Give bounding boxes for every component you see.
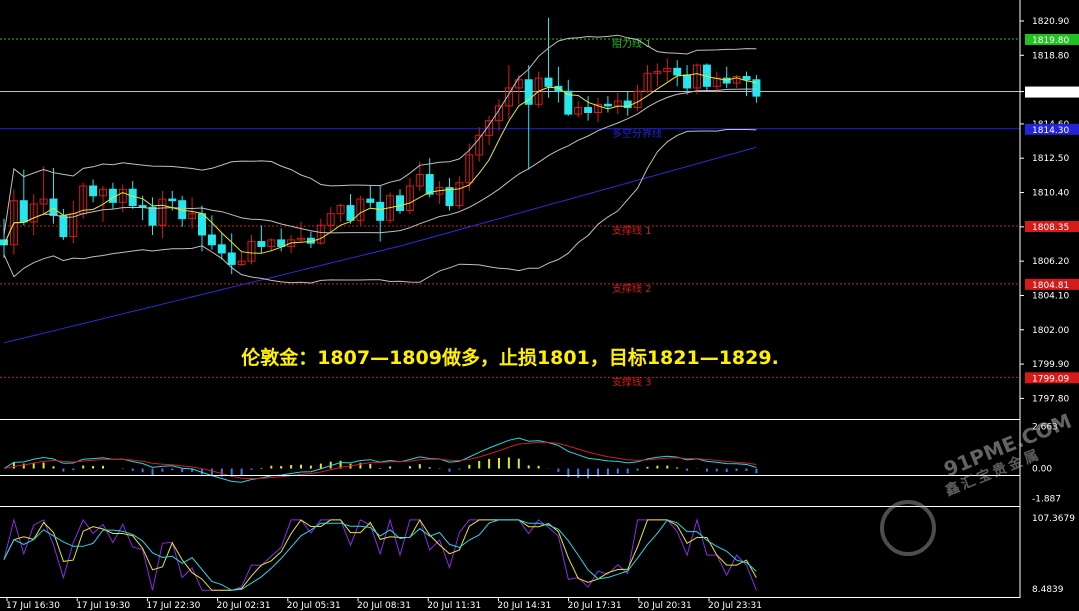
level-name-support: 支撑线 1 [612, 224, 652, 237]
price-tick-label: 1797.80 [1032, 394, 1069, 404]
time-label: 20 Jul 17:31 [568, 601, 622, 611]
candle-body [366, 198, 375, 203]
price-tick-label: 1802.00 [1032, 326, 1069, 336]
price-tick-label: 1806.20 [1032, 257, 1069, 267]
time-label: 17 Jul 16:30 [6, 601, 60, 611]
current-price-label: 1816.58 [1032, 89, 1069, 99]
candle-body [198, 213, 206, 236]
level-price-label: 1814.30 [1032, 126, 1069, 136]
level-name-support: 支撑线 2 [612, 282, 652, 295]
candle-body [59, 214, 68, 238]
macd-slow-line [3, 441, 757, 480]
trading-advice-headline: 伦敦金：1807—1809做多，止损1801，目标1821—1829. [241, 347, 779, 369]
level-price-label: 1799.09 [1032, 374, 1069, 384]
oscillator-tick-label: 107.3679 [1032, 514, 1075, 524]
candle-body [148, 206, 157, 226]
price-tick-label: 1820.90 [1032, 17, 1069, 27]
candle-body [396, 195, 404, 211]
candle-body [683, 74, 692, 89]
price-tick-label: 1810.40 [1032, 189, 1069, 199]
oscillator-tick-label: 8.4839 [1032, 585, 1064, 595]
price-tick-label: 1804.10 [1032, 291, 1069, 301]
candle-body [217, 244, 226, 254]
level-name-support: 支撑线 3 [612, 375, 652, 388]
time-label: 17 Jul 22:30 [146, 601, 200, 611]
time-label: 20 Jul 05:31 [287, 601, 341, 611]
time-label: 20 Jul 08:31 [357, 601, 411, 611]
candle-body [742, 76, 751, 81]
candle-body [346, 205, 355, 221]
candle-body [168, 198, 177, 202]
candle-body [376, 201, 385, 221]
price-tick-label: 1812.50 [1032, 154, 1069, 164]
time-label: 20 Jul 14:31 [497, 601, 551, 611]
candle-body [554, 85, 563, 92]
candle-body [603, 103, 612, 107]
candle-body [584, 107, 593, 113]
candle-body [425, 174, 434, 195]
level-price-label: 1808.35 [1032, 223, 1069, 233]
watermark-logo-icon [880, 500, 936, 556]
macd-tick-label: -1.887 [1032, 494, 1061, 504]
candle-body [257, 241, 266, 247]
candle-body [722, 77, 731, 84]
candle-body [673, 67, 682, 76]
time-label: 20 Jul 23:31 [708, 601, 762, 611]
time-label: 20 Jul 02:31 [217, 601, 271, 611]
price-tick-label: 1818.80 [1032, 51, 1069, 61]
level-price-label: 1819.80 [1032, 36, 1069, 46]
time-label: 17 Jul 19:30 [76, 601, 130, 611]
candle-body [19, 200, 28, 223]
candle-body [207, 234, 216, 246]
time-label: 20 Jul 11:31 [427, 601, 481, 611]
chart-root: 阻力线 1 多空分界线 支撑线 1 支撑线 2 支撑线 3 1820.90 1818.80… [0, 0, 1079, 611]
candle-body [49, 198, 58, 216]
time-label: 20 Jul 20:31 [638, 601, 692, 611]
candle-body [524, 79, 533, 105]
price-panel: 阻力线 1多空分界线支撑线 1支撑线 2支撑线 3 [0, 17, 1020, 388]
candle-body [89, 185, 98, 197]
oscillator-panel [3, 517, 757, 591]
level-price-label: 1804.81 [1032, 281, 1069, 291]
macd-tick-label: 0.00 [1032, 465, 1052, 475]
candle-body [277, 239, 286, 247]
candle-body [227, 252, 236, 265]
candle-body [138, 205, 147, 208]
price-tick-label: 1799.90 [1032, 360, 1069, 370]
level-name-pivot: 多空分界线 [612, 127, 662, 140]
candle-body [544, 77, 553, 87]
